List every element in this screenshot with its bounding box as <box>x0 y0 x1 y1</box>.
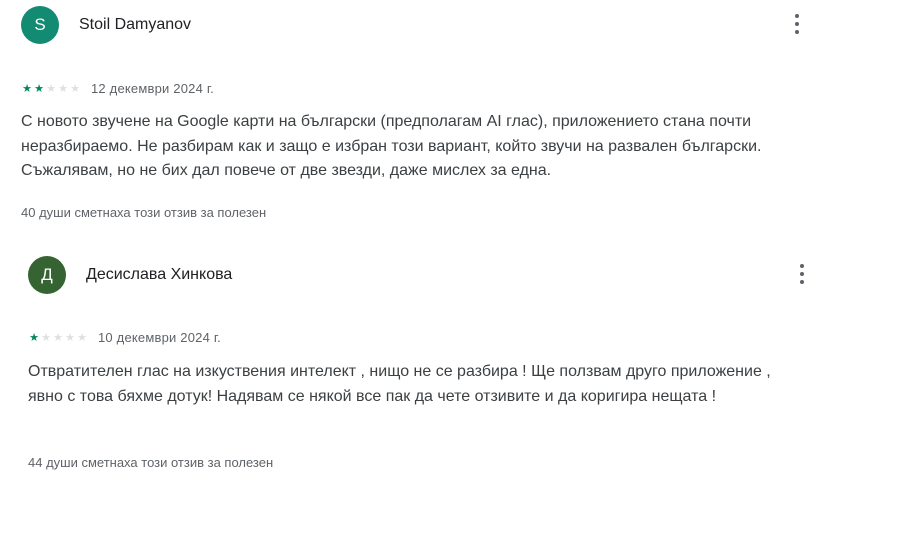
star-rating: ★ ★ ★ ★ ★ <box>21 83 81 94</box>
avatar: Д <box>28 256 66 294</box>
helpful-count: 44 души сметнаха този отзив за полезен <box>28 455 274 470</box>
star-empty-icon: ★ <box>65 330 75 344</box>
star-empty-icon: ★ <box>41 330 51 344</box>
star-empty-icon: ★ <box>70 81 80 95</box>
star-filled-icon: ★ <box>34 81 44 95</box>
star-rating: ★ ★ ★ ★ ★ <box>28 332 88 343</box>
helpful-count: 40 души сметнаха този отзив за полезен <box>21 205 267 220</box>
more-vert-icon[interactable] <box>791 14 803 38</box>
more-vert-icon[interactable] <box>796 264 808 288</box>
star-filled-icon: ★ <box>29 330 39 344</box>
star-empty-icon: ★ <box>53 330 63 344</box>
review-meta: ★ ★ ★ ★ ★ 10 декември 2024 г. <box>28 329 221 345</box>
avatar: S <box>21 6 59 44</box>
star-empty-icon: ★ <box>58 81 68 95</box>
author-name: Stoil Damyanov <box>79 16 192 33</box>
star-empty-icon: ★ <box>46 81 56 95</box>
review-date: 10 декември 2024 г. <box>98 329 221 345</box>
star-filled-icon: ★ <box>22 81 32 95</box>
star-empty-icon: ★ <box>77 330 87 344</box>
author-name: Десислава Хинкова <box>86 266 233 283</box>
review-card: S Stoil Damyanov ★ ★ ★ ★ ★ 12 декември 2024 … <box>21 0 821 220</box>
review-header: S Stoil Damyanov <box>21 0 821 50</box>
review-date: 12 декември 2024 г. <box>91 80 214 96</box>
review-text: Отвратителен глас на изкуствения интелек… <box>28 363 771 405</box>
review-card: Д Десислава Хинкова ★ ★ ★ ★ ★ 10 декември 20… <box>28 251 828 470</box>
review-header: Д Десислава Хинкова <box>28 251 828 301</box>
review-text: С новото звучене на Google карти на бълг… <box>21 113 762 179</box>
review-meta: ★ ★ ★ ★ ★ 12 декември 2024 г. <box>21 80 214 96</box>
